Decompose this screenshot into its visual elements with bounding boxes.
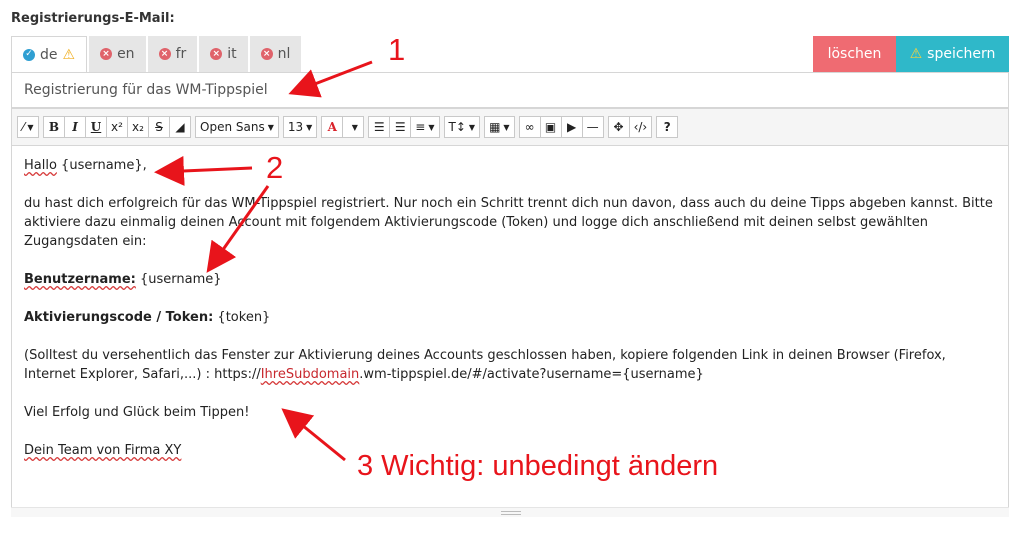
intro-paragraph: du hast dich erfolgreich für das WM-Tipp… — [24, 196, 993, 249]
tab-label: it — [227, 46, 237, 62]
error-circle-icon: × — [158, 48, 171, 60]
tab-de[interactable]: ✓ de ⚠ — [11, 36, 88, 72]
subject-input[interactable]: Registrierung für das WM-Tippspiel — [11, 72, 1009, 108]
token-line: Aktivierungscode / Token: {token} — [24, 308, 996, 327]
editor-toolbar: ⁄ ▼ B I U x² x₂ S ◢ Open Sans ▼ 13 ▼ A ▼ ☰ … — [11, 108, 1009, 146]
tab-it[interactable]: × it — [199, 36, 248, 72]
username-label: Benutzername: — [24, 272, 136, 287]
font-family-select[interactable]: Open Sans ▼ — [195, 116, 279, 138]
font-size-value: 13 — [287, 120, 304, 134]
font-color-button[interactable]: A — [321, 116, 344, 138]
fullscreen-icon[interactable]: ✥ — [607, 116, 630, 138]
error-circle-icon: × — [260, 48, 273, 60]
tab-label: fr — [175, 46, 187, 62]
underline-button[interactable]: U — [85, 116, 107, 138]
code-view-icon[interactable]: ‹/› — [628, 116, 653, 138]
strikethrough-button[interactable]: S — [148, 116, 170, 138]
username-value: {username} — [135, 272, 222, 287]
align-icon[interactable]: ≡ ▼ — [410, 116, 440, 138]
editor-resize-handle[interactable] — [11, 507, 1009, 517]
username-line: Benutzername: {username} — [24, 270, 996, 289]
tab-nl[interactable]: × nl — [249, 36, 302, 72]
tab-fr[interactable]: × fr — [147, 36, 198, 72]
help-button[interactable]: ? — [656, 116, 679, 138]
tab-label: de — [40, 46, 58, 63]
image-icon[interactable]: ▣ — [539, 116, 562, 138]
bold-button[interactable]: B — [43, 116, 65, 138]
grip-icon — [501, 511, 521, 515]
tab-label: nl — [277, 46, 291, 62]
italic-button[interactable]: I — [64, 116, 86, 138]
line-height-icon[interactable]: T↕ ▼ — [443, 116, 481, 138]
save-label: speichern — [927, 46, 996, 62]
font-family-value: Open Sans — [200, 120, 265, 134]
table-icon[interactable]: ▦ ▼ — [484, 116, 515, 138]
unordered-list-icon[interactable]: ☰ — [389, 116, 412, 138]
annotation-3: 3 Wichtig: unbedingt ändern — [357, 450, 719, 482]
link-paragraph: (Solltest du versehentlich das Fenster z… — [24, 346, 996, 384]
section-label: Registrierungs-E-Mail: — [11, 11, 175, 26]
eraser-icon[interactable]: ◢ — [169, 116, 191, 138]
magic-wand-icon[interactable]: ⁄ ▼ — [17, 116, 39, 138]
token-label: Aktivierungscode / Token: — [24, 310, 214, 325]
error-circle-icon: × — [100, 48, 113, 60]
warning-icon: ⚠ — [62, 46, 76, 63]
font-size-select[interactable]: 13 ▼ — [282, 116, 318, 138]
check-circle-icon: ✓ — [23, 48, 35, 61]
link-icon[interactable]: ∞ — [518, 116, 541, 138]
video-icon[interactable]: ▶ — [560, 116, 583, 138]
closing-line: Viel Erfolg und Glück beim Tippen! — [24, 405, 250, 420]
greeting-word: Hallo — [24, 158, 57, 173]
link-text-b: .wm-tippspiel.de/#/activate?username={us… — [359, 367, 704, 382]
greeting-line: Hallo {username}, — [24, 156, 996, 175]
superscript-button[interactable]: x² — [106, 116, 128, 138]
ordered-list-icon[interactable]: ☰ — [368, 116, 391, 138]
font-color-dropdown[interactable]: ▼ — [342, 116, 365, 138]
annotation-1: 1 — [388, 32, 406, 67]
tab-label: en — [117, 46, 135, 62]
token-value: {token} — [213, 310, 271, 325]
greeting-placeholder: {username}, — [56, 158, 147, 173]
language-tabs: ✓ de ⚠ × en × fr × it × nl — [11, 36, 303, 72]
subscript-button[interactable]: x₂ — [127, 116, 149, 138]
annotation-2: 2 — [266, 150, 284, 185]
save-button[interactable]: ⚠ speichern — [896, 36, 1009, 72]
subdomain-text: IhreSubdomain — [260, 367, 360, 382]
tab-en[interactable]: × en — [89, 36, 146, 72]
horizontal-rule-icon[interactable]: — — [581, 116, 604, 138]
delete-button[interactable]: löschen — [813, 36, 896, 72]
warning-icon: ⚠ — [909, 46, 923, 62]
error-circle-icon: × — [210, 48, 223, 60]
